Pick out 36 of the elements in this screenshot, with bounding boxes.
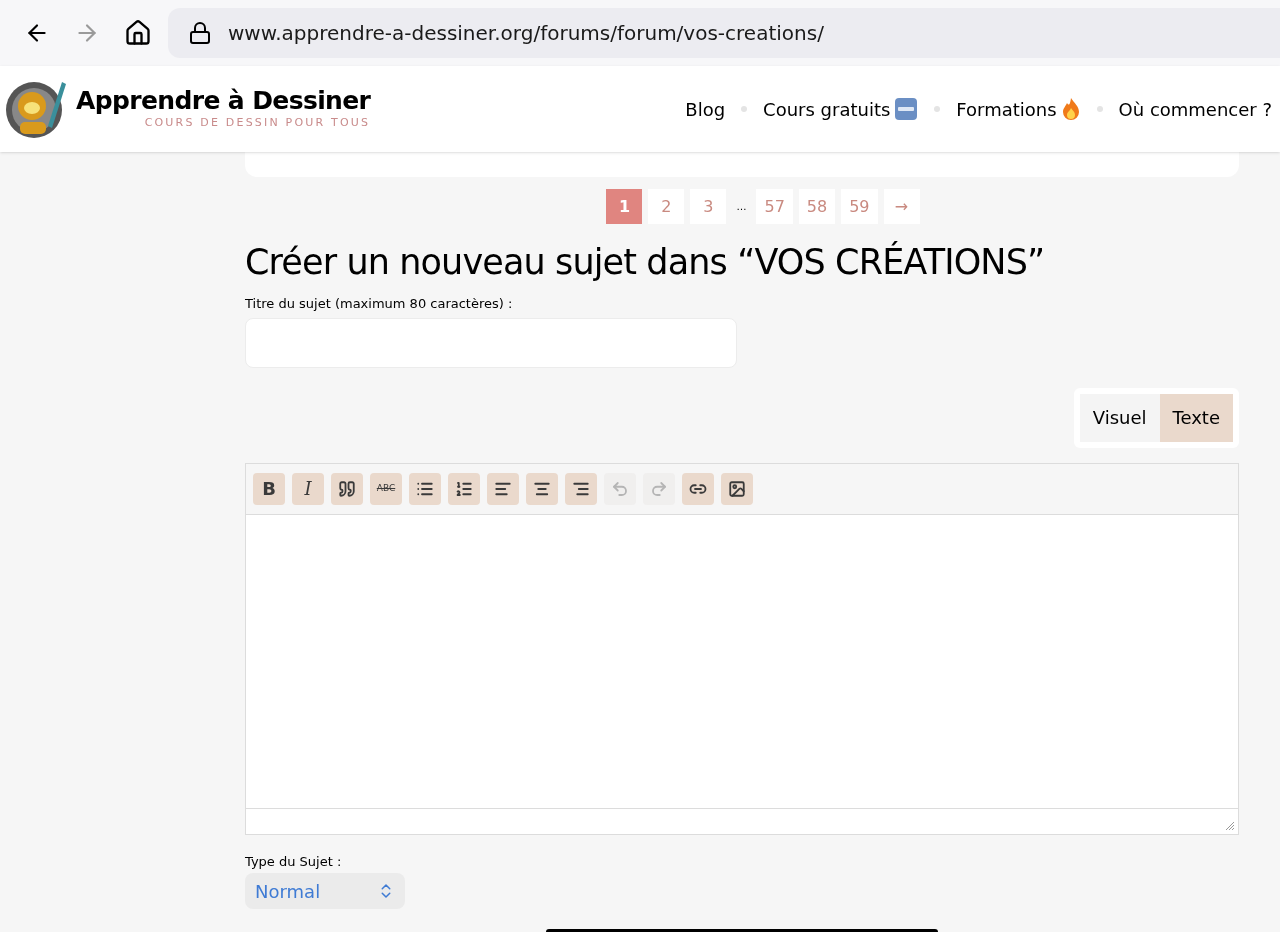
numbered-list-icon bbox=[455, 479, 473, 498]
field-label: Titre du sujet (maximum 80 caractères) : bbox=[245, 295, 514, 313]
numbered-list-button[interactable] bbox=[448, 472, 480, 505]
address-bar[interactable]: www.apprendre-a-dessiner.org/forums/forum/vos-creations/ bbox=[168, 8, 1280, 58]
resize-handle-icon bbox=[1225, 820, 1235, 831]
nav-link[interactable]: Formations bbox=[956, 95, 1081, 123]
image-icon bbox=[728, 479, 746, 498]
flame-icon bbox=[1060, 97, 1081, 121]
home-icon[interactable] bbox=[124, 19, 152, 47]
editor-tab[interactable]: Visuel bbox=[1079, 393, 1160, 442]
redo-icon bbox=[650, 479, 668, 498]
nav-link[interactable]: Où commencer ? bbox=[1118, 95, 1272, 123]
link-button[interactable] bbox=[682, 472, 714, 505]
quote-icon bbox=[338, 479, 356, 498]
italic-button[interactable]: I bbox=[292, 472, 324, 505]
site-tagline: COURS DE DESSIN POUR TOUS bbox=[144, 114, 371, 131]
new-badge-icon bbox=[894, 97, 919, 121]
site-title[interactable]: Apprendre à Dessiner bbox=[76, 86, 371, 115]
align-right-button[interactable] bbox=[565, 472, 597, 505]
quote-button[interactable] bbox=[331, 472, 363, 505]
field-label: Type du Sujet : bbox=[245, 852, 343, 871]
nav-link[interactable]: Blog bbox=[685, 95, 726, 123]
image-button[interactable] bbox=[721, 472, 753, 505]
topic-type-select[interactable]: Normal bbox=[245, 873, 405, 909]
nav-link[interactable]: Cours gratuits bbox=[763, 95, 919, 123]
strikethrough-button[interactable]: ABC bbox=[370, 472, 402, 505]
pagination-ellipsis: … bbox=[735, 200, 748, 214]
undo-icon bbox=[611, 479, 629, 498]
page-heading: Créer un nouveau sujet dans “VOS CRÉATIONS” bbox=[245, 240, 1046, 284]
bullet-list-button[interactable] bbox=[409, 472, 441, 505]
align-center-button[interactable] bbox=[526, 472, 558, 505]
lock-icon bbox=[188, 21, 212, 45]
url-text: www.apprendre-a-dessiner.org/forums/forum/vos-creations/ bbox=[228, 20, 824, 47]
editor-tab[interactable]: Texte bbox=[1159, 393, 1233, 442]
align-left-button[interactable] bbox=[487, 472, 519, 505]
bold-button[interactable]: B bbox=[253, 472, 285, 505]
